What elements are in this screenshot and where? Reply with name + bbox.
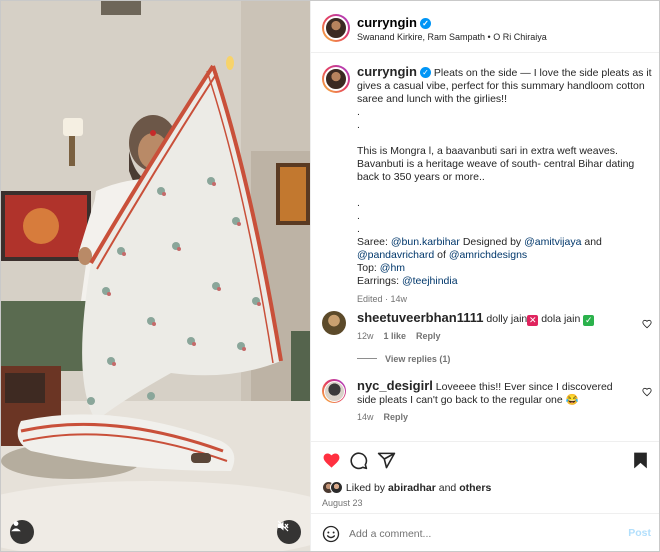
share-icon[interactable] [377, 451, 396, 470]
mute-icon [277, 520, 289, 532]
caption-text: curryngin ✓ Pleats on the side — I love t… [357, 65, 652, 306]
view-replies-button[interactable]: View replies (1) [357, 354, 450, 364]
comment-meta: 12w 1 like Reply [357, 331, 441, 341]
mention-link[interactable]: @pandavrichard [357, 249, 434, 261]
post-header: curryngin ✓ Swanand Kirkire, Ram Sampath … [311, 1, 659, 53]
comment-body: sheetuveerbhan1111 dolly jain ✕ dola jain… [357, 311, 627, 343]
reply-button[interactable]: Reply [416, 331, 441, 341]
comment-input[interactable] [349, 524, 599, 544]
caption-line [357, 132, 652, 145]
reply-button[interactable]: Reply [384, 412, 409, 422]
comment-emoji: 😂 [565, 394, 579, 406]
comment-item: sheetuveerbhan1111 dolly jain ✕ dola jain… [322, 311, 652, 377]
commenter-avatar[interactable] [322, 379, 346, 403]
liker-username[interactable]: abiradhar [388, 482, 436, 494]
caption-line [357, 184, 652, 197]
audio-attribution[interactable]: Swanand Kirkire, Ram Sampath • O Ri Chir… [357, 32, 547, 42]
caption-credits-saree: Saree: @bun.karbihar Designed by @amitvi… [357, 236, 602, 248]
comment-likes-link[interactable]: 1 like [384, 331, 407, 341]
comment-body: nyc_desigirl Loveeee this!! Ever since I… [357, 379, 627, 424]
post-date[interactable]: August 23 [322, 498, 363, 508]
mention-link[interactable]: @amitvijaya [524, 236, 581, 248]
verified-badge-icon: ✓ [419, 18, 431, 29]
user-tag-button[interactable] [10, 520, 34, 544]
commenter-username[interactable]: sheetuveerbhan1111 [357, 310, 483, 325]
caption-meta: Edited · 14w [357, 294, 408, 304]
comment-text: dolly jain [486, 313, 528, 325]
caption-line: . [357, 119, 360, 131]
caption-credits-top: Top: @hm [357, 262, 406, 274]
caption-username[interactable]: curryngin [357, 64, 417, 79]
author-avatar[interactable] [322, 14, 350, 42]
comment-meta: 14w Reply [357, 412, 409, 422]
caption-line: . [357, 106, 360, 118]
commenter-avatar[interactable] [322, 311, 346, 335]
comment-like-heart-icon[interactable] [642, 387, 652, 397]
post-details-panel: curryngin ✓ Swanand Kirkire, Ram Sampath … [310, 1, 659, 551]
comment-icon[interactable] [349, 451, 368, 470]
caption-author-avatar[interactable] [322, 65, 350, 93]
comments-scroll-area[interactable]: curryngin ✓ Pleats on the side — I love t… [311, 53, 659, 441]
liker-avatar [330, 481, 343, 494]
comment-like-heart-icon[interactable] [642, 319, 652, 329]
caption-credits-earrings: Earrings: @teejhindia [357, 275, 458, 287]
heart-icon[interactable] [322, 451, 341, 470]
likes-others-link[interactable]: others [459, 482, 491, 494]
caption-line: . [357, 210, 360, 222]
post-video[interactable] [1, 1, 310, 551]
mention-link[interactable]: @bun.karbihar [391, 236, 460, 248]
user-tag-icon [11, 521, 21, 532]
commenter-username[interactable]: nyc_desigirl [357, 378, 433, 393]
mute-button[interactable] [277, 520, 301, 544]
check-mark-icon: ✓ [583, 315, 595, 326]
mention-link[interactable]: @teejhindia [402, 275, 458, 287]
comment-text: dola jain [541, 313, 581, 325]
cross-mark-icon: ✕ [527, 315, 539, 326]
post-dialog: curryngin ✓ Swanand Kirkire, Ram Sampath … [0, 0, 660, 552]
likes-summary: Liked by abiradhar and others [322, 481, 491, 494]
caption-credits-brand: @pandavrichard of @amrichdesigns [357, 249, 528, 261]
mention-link[interactable]: @hm [380, 262, 405, 274]
mention-link[interactable]: @amrichdesigns [449, 249, 527, 261]
verified-badge-icon: ✓ [419, 67, 431, 78]
add-comment-bar: Post [311, 513, 659, 551]
emoji-icon[interactable] [322, 525, 340, 543]
post-comment-button[interactable]: Post [628, 527, 651, 539]
caption-line: . [357, 223, 360, 235]
caption-line: This is Mongra l, a baavanbuti sari in e… [357, 145, 635, 183]
video-frame [1, 1, 310, 551]
caption-line: . [357, 197, 360, 209]
comment-item: nyc_desigirl Loveeee this!! Ever since I… [322, 379, 652, 439]
post-actions: Liked by abiradhar and others August 23 [311, 441, 659, 513]
save-icon[interactable] [631, 451, 650, 470]
author-username[interactable]: curryngin ✓ [357, 15, 431, 30]
